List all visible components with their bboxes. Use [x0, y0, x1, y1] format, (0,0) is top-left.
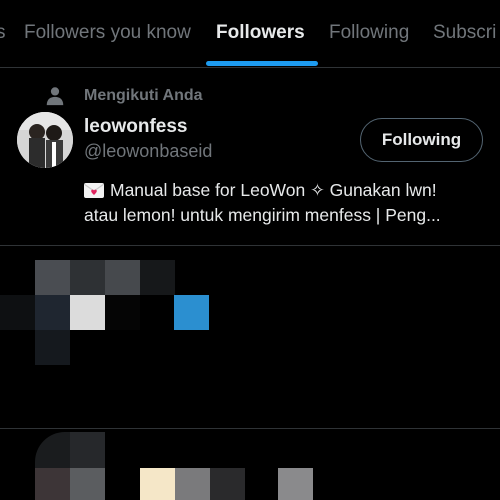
active-tab-indicator [206, 61, 318, 66]
tab-subscriptions[interactable]: Subscri [433, 22, 496, 44]
display-name[interactable]: leowonfess [84, 116, 187, 138]
tab-following[interactable]: Following [329, 22, 409, 44]
follows-you-label: Mengikuti Anda [84, 87, 203, 104]
avatar-image [17, 112, 73, 168]
follows-you-row: Mengikuti Anda [44, 85, 203, 107]
following-button[interactable]: Following [360, 118, 483, 162]
user-handle[interactable]: @leowonbaseid [84, 141, 212, 162]
avatar[interactable] [17, 112, 73, 168]
list-divider [0, 428, 500, 429]
tab-followers[interactable]: Followers [216, 22, 305, 44]
tab-followers-you-know[interactable]: Followers you know [24, 22, 191, 44]
profile-tabs: s Followers you know Followers Following… [0, 0, 500, 68]
censored-blue-block [174, 295, 209, 330]
bio-text-line-1: Manual base for LeoWon ✧ Gunakan lwn! [110, 180, 437, 200]
bio-line-1: Manual base for LeoWon ✧ Gunakan lwn! [84, 178, 489, 203]
bio-line-2: atau lemon! untuk mengirim menfess | Pen… [84, 205, 441, 225]
user-cell[interactable]: Mengikuti Anda leowonfess @leowonbaseid … [0, 68, 500, 246]
person-icon [46, 87, 64, 106]
tab-previous[interactable]: s [0, 22, 6, 44]
love-letter-icon [84, 183, 104, 198]
user-bio: Manual base for LeoWon ✧ Gunakan lwn! at… [84, 178, 489, 228]
